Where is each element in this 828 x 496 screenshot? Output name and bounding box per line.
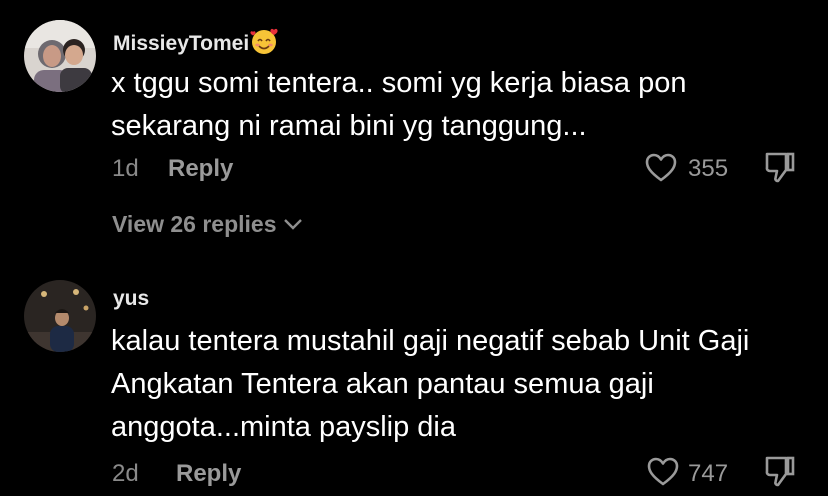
view-replies-label: View 26 replies [112,211,277,237]
thumbs-down-icon[interactable] [764,454,796,488]
thumbs-down-icon[interactable] [764,150,796,184]
username[interactable]: MissieyTomei [113,27,280,56]
reply-button[interactable]: Reply [176,460,241,488]
chevron-down-icon [283,210,303,230]
view-replies-button[interactable]: View 26 replies [112,210,303,238]
username[interactable]: yus [113,287,149,311]
avatar[interactable] [24,20,96,92]
comment-item: MissieyTomei x tggu somi tentera.. somi … [0,0,828,250]
heart-icon[interactable] [644,152,678,184]
comment-text: kalau tentera mustahil gaji negatif seba… [111,325,750,443]
comment-time: 1d [112,155,139,182]
comment-item: yus kalau tentera mustahil gaji negatif … [0,270,828,496]
reply-button[interactable]: Reply [168,155,233,183]
like-count: 355 [688,155,729,182]
avatar[interactable] [24,280,96,352]
smiling-face-with-hearts-emoji-icon [250,27,280,55]
comment-time: 2d [112,460,139,487]
like-count: 747 [688,460,729,487]
username-text: MissieyTomei [113,32,250,55]
comment-text: x tggu somi tentera.. somi yg kerja bias… [111,67,687,142]
heart-icon[interactable] [646,456,680,488]
